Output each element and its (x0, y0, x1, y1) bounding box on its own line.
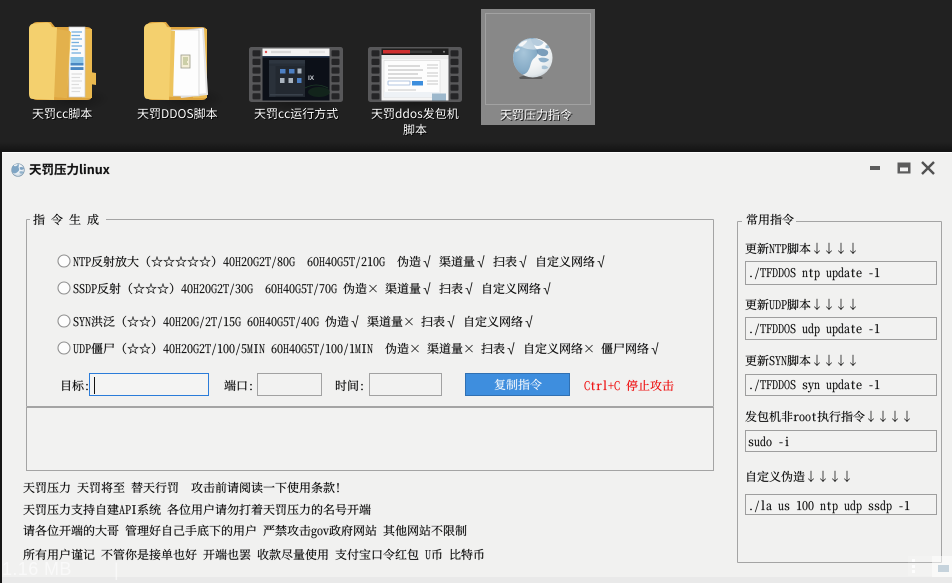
svg-text:IX: IX (308, 75, 315, 82)
